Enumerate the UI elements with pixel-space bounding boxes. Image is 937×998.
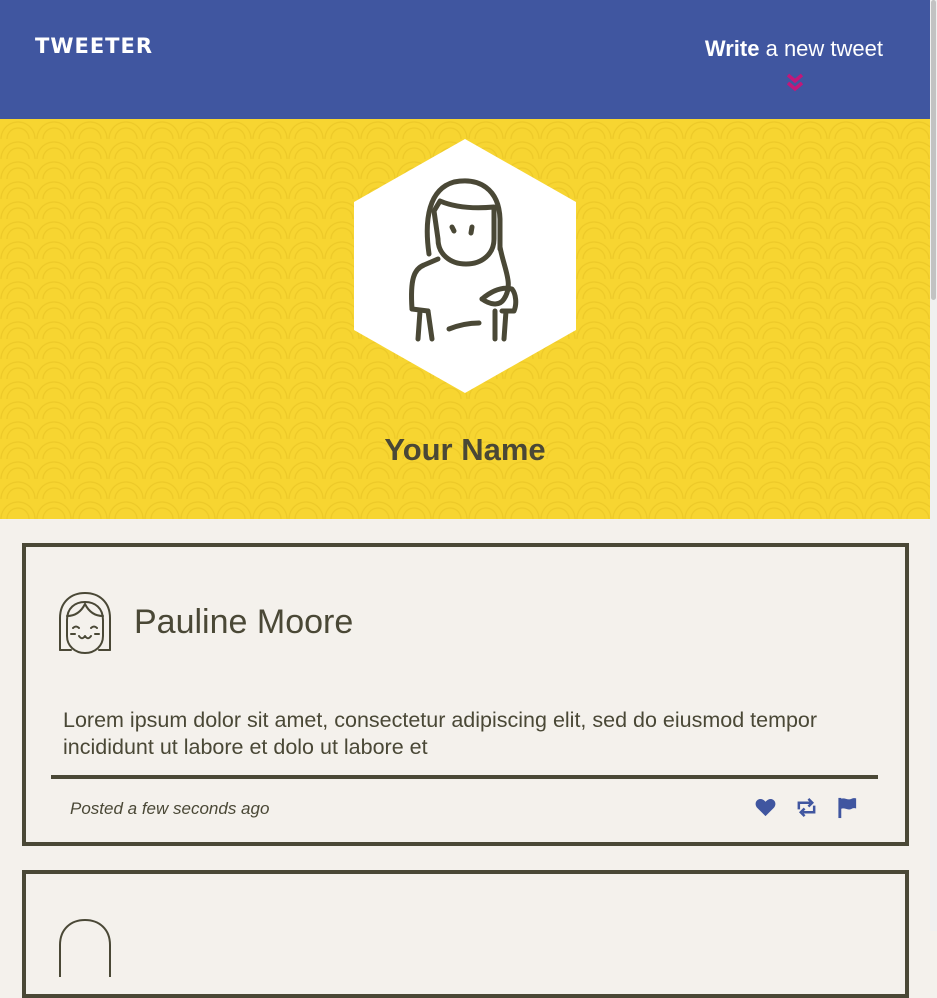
brand-logo[interactable]: TWEETER — [35, 34, 153, 58]
profile-header: Your Name — [0, 119, 930, 519]
tweet-text: Lorem ipsum dolor sit amet, consectetur … — [63, 708, 818, 759]
tweet-timestamp: Posted a few seconds ago — [70, 799, 270, 818]
tweet-card — [22, 870, 909, 998]
tweet-card: Pauline Moore Lorem ipsum dolor sit amet… — [22, 543, 909, 846]
avatar-icon — [59, 918, 111, 977]
woman-avatar-icon — [354, 139, 576, 393]
scrollbar-thumb[interactable] — [931, 0, 936, 300]
write-new-tweet-button[interactable]: Write a new tweet — [705, 36, 883, 62]
heart-icon[interactable] — [754, 796, 777, 819]
double-chevron-down-icon[interactable] — [786, 72, 804, 94]
retweet-icon[interactable] — [795, 796, 818, 819]
profile-name: Your Name — [384, 432, 546, 467]
compose-label-bold: Write — [704, 36, 760, 61]
girl-avatar-icon — [59, 592, 111, 654]
tweet-author[interactable]: Pauline Moore — [134, 603, 353, 642]
compose-label-rest: a new tweet — [759, 36, 883, 61]
flag-icon[interactable] — [836, 796, 859, 819]
top-nav: TWEETER Write a new tweet — [0, 0, 930, 119]
tweet-actions — [754, 796, 859, 819]
tweet-divider — [51, 775, 878, 779]
